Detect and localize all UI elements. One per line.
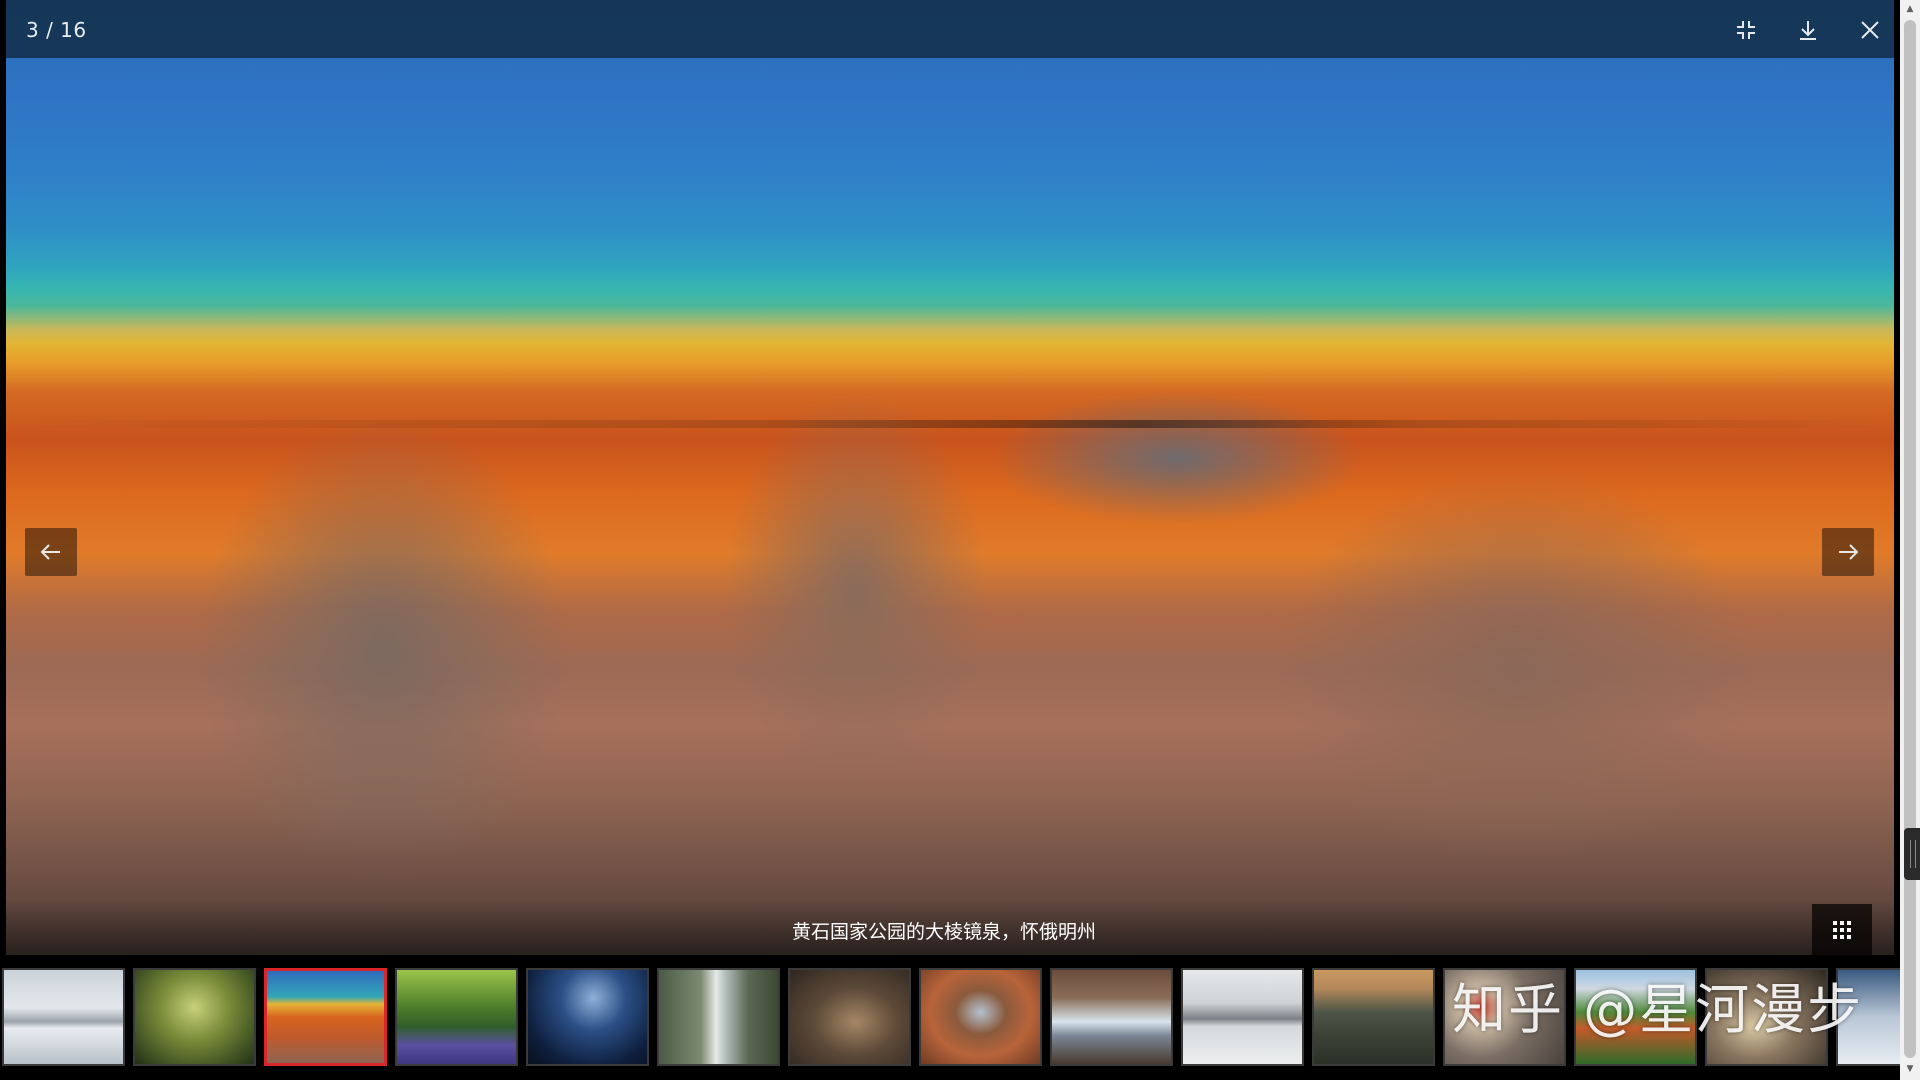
thumbnail[interactable]: [788, 968, 911, 1066]
thumbnail-active[interactable]: [264, 968, 387, 1066]
thumbnail[interactable]: [133, 968, 256, 1066]
exit-fullscreen-button[interactable]: [1726, 10, 1766, 50]
side-panel-handle[interactable]: [1904, 828, 1920, 880]
scrollbar-thumb[interactable]: [1904, 20, 1916, 1058]
thumbnail-strip: [0, 962, 1900, 1080]
thumbnail[interactable]: [1705, 968, 1828, 1066]
vertical-scrollbar[interactable]: ▲ ▼: [1900, 0, 1920, 1080]
thumbnail[interactable]: [1050, 968, 1173, 1066]
compress-icon: [1737, 21, 1755, 39]
arrow-left-icon: [40, 544, 60, 560]
thumbnail[interactable]: [1181, 968, 1304, 1066]
image-caption: 黄石国家公园的大棱镜泉，怀俄明州: [791, 921, 1096, 943]
previous-image-button[interactable]: [25, 528, 77, 576]
scroll-up-arrow-icon[interactable]: ▲: [1900, 0, 1920, 18]
thumbnail[interactable]: [1443, 968, 1566, 1066]
thumbnail[interactable]: [657, 968, 780, 1066]
image-viewer: 3 / 16 黄石国家公园的大棱镜泉，怀俄明州 知乎 @星河漫步 ▲ ▼: [0, 0, 1920, 1080]
viewer-topbar: 3 / 16: [6, 0, 1894, 58]
thumbnail[interactable]: [2, 968, 125, 1066]
close-icon: [1861, 21, 1879, 39]
close-button[interactable]: [1850, 10, 1890, 50]
thumbnail[interactable]: [1312, 968, 1435, 1066]
thumbnail[interactable]: [1574, 968, 1697, 1066]
thumbnail[interactable]: [1836, 968, 1900, 1066]
grid-icon: [1833, 921, 1851, 939]
grand-prismatic-spring-photo: [6, 0, 1894, 955]
image-counter: 3 / 16: [26, 18, 87, 42]
scroll-down-arrow-icon[interactable]: ▼: [1900, 1060, 1920, 1078]
thumbnail[interactable]: [526, 968, 649, 1066]
download-icon: [1800, 21, 1816, 40]
main-image[interactable]: [6, 0, 1894, 955]
thumbnail-grid-button[interactable]: [1812, 904, 1872, 956]
next-image-button[interactable]: [1822, 528, 1874, 576]
arrow-right-icon: [1839, 544, 1859, 560]
thumbnail[interactable]: [919, 968, 1042, 1066]
thumbnail[interactable]: [395, 968, 518, 1066]
download-button[interactable]: [1788, 10, 1828, 50]
